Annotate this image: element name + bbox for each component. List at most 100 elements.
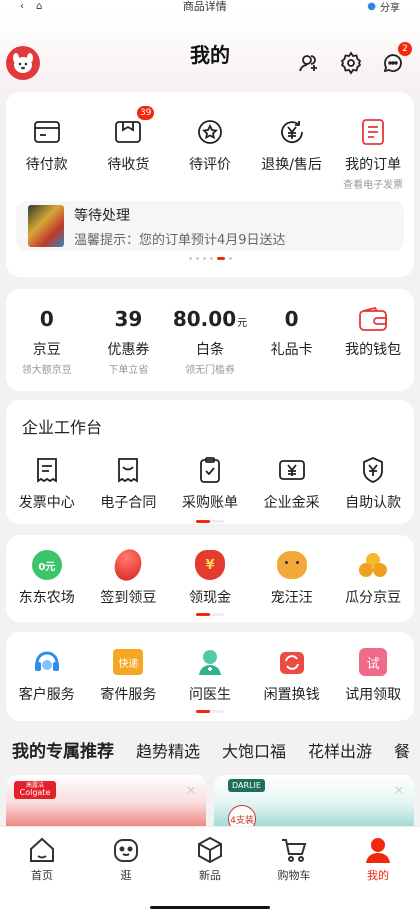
activities-scroll-indicator <box>196 613 224 616</box>
express-icon-text: 快递 <box>113 649 144 675</box>
home-icon <box>30 837 54 862</box>
trial-claim[interactable]: 试 试用领取 <box>333 646 413 704</box>
brand-name: DARLIE <box>228 779 265 792</box>
service-label: 客户服务 <box>18 687 75 703</box>
yen-refund-icon <box>276 116 308 148</box>
jd-dog-icon <box>13 53 33 73</box>
carousel-dots <box>6 257 414 260</box>
purchase-bill[interactable]: 采购账单 <box>170 454 250 512</box>
tab-label: 我的 <box>367 869 389 882</box>
order-pending-receipt[interactable]: 39 待收货 <box>88 106 168 191</box>
exchange-icon <box>276 646 308 678</box>
signin-beans[interactable]: 签到领豆 <box>88 545 168 607</box>
avatar[interactable] <box>6 46 40 80</box>
gold-coins-icon <box>357 549 389 581</box>
order-label: 退换/售后 <box>261 157 322 173</box>
farm-icon-text: 0元 <box>31 550 62 580</box>
wallet-card: 0 京豆 领大额京豆 39 优惠券 下单立省 80.00 元 白条 领无门槛券 0… <box>6 289 414 391</box>
e-contract[interactable]: 电子合同 <box>88 454 168 512</box>
clipboard-check-icon <box>194 454 226 486</box>
tab-label: 购物车 <box>277 869 311 882</box>
enterprise-label: 发票中心 <box>18 495 75 511</box>
tab-cart[interactable]: 购物车 <box>259 835 329 911</box>
enterprise-label: 采购账单 <box>181 495 238 511</box>
invoice-center[interactable]: 发票中心 <box>7 454 87 512</box>
wallet-jingdou[interactable]: 0 京豆 领大额京豆 <box>7 307 87 376</box>
product-thumbnail <box>28 205 64 247</box>
wallet-baitiao[interactable]: 80.00 元 白条 领无门槛券 <box>170 307 250 376</box>
service-label: 问医生 <box>188 687 231 703</box>
tab-travel[interactable]: 花样出游 <box>308 738 372 762</box>
recommend-tabs: 我的专属推荐 趋势精选 大饱口福 花样出游 餐 <box>12 737 420 763</box>
activity-label: 宠汪汪 <box>270 590 313 606</box>
ask-doctor[interactable]: 问医生 <box>170 646 250 704</box>
send-package[interactable]: 快递 寄件服务 <box>88 646 168 704</box>
service-label: 闲置换钱 <box>263 687 320 703</box>
home-indicator <box>150 906 270 909</box>
order-label: 待评价 <box>188 157 231 173</box>
invoice-icon <box>31 454 63 486</box>
trial-icon: 试 <box>357 646 389 678</box>
back-icon[interactable]: ‹ <box>20 1 24 12</box>
tab-new[interactable]: 新品 <box>175 835 245 911</box>
pet-dog[interactable]: 宠汪汪 <box>252 549 332 607</box>
wallet-giftcard[interactable]: 0 礼品卡 <box>252 307 332 376</box>
cart-icon <box>282 839 307 862</box>
settings-icon[interactable] <box>338 50 364 76</box>
order-sub[interactable]: 查看电子发票 <box>343 176 403 191</box>
tab-my-recommend[interactable]: 我的专属推荐 <box>12 737 114 762</box>
enterprise-scroll-indicator <box>196 520 224 523</box>
red-bean-icon <box>110 545 147 585</box>
close-icon[interactable]: × <box>394 783 404 797</box>
enterprise-card: 企业工作台 发票中心 电子合同 采购账单 企业金采 自助认款 <box>6 400 414 524</box>
split-beans[interactable]: 瓜分京豆 <box>333 549 413 607</box>
add-friend-icon[interactable] <box>296 50 322 76</box>
tab-food[interactable]: 大饱口福 <box>222 738 286 762</box>
order-refund[interactable]: 退换/售后 <box>252 116 332 191</box>
self-claim[interactable]: 自助认款 <box>333 454 413 512</box>
tab-label: 首页 <box>31 869 53 882</box>
doctor-icon <box>194 646 226 678</box>
bottom-tabbar: 首页 逛 新品 购物车 我的 <box>0 826 420 911</box>
page-title: 我的 <box>190 42 230 67</box>
tab-browse[interactable]: 逛 <box>91 835 161 911</box>
customer-service[interactable]: 客户服务 <box>7 646 87 704</box>
tab-more[interactable]: 餐 <box>394 738 410 762</box>
my-orders[interactable]: 我的订单 查看电子发票 <box>333 116 413 191</box>
jingdou-value: 0 <box>39 307 54 331</box>
share-icon[interactable]: ● <box>367 1 376 12</box>
enterprise-finance[interactable]: 企业金采 <box>252 454 332 512</box>
contract-icon <box>112 454 144 486</box>
wallet-sub: 下单立省 <box>108 365 149 376</box>
close-icon[interactable]: × <box>186 783 196 797</box>
order-pending-payment[interactable]: 待付款 <box>7 116 87 191</box>
wallet-label: 优惠券 <box>107 342 150 358</box>
tab-label: 新品 <box>199 869 221 882</box>
wallet-label: 京豆 <box>32 342 61 358</box>
wallet-coupons[interactable]: 39 优惠券 下单立省 <box>88 307 168 376</box>
top-strip: ‹ ⌂ 商品详情 ● 分享 <box>0 0 420 14</box>
wallet-sub: 领大额京豆 <box>21 365 72 376</box>
enterprise-label: 自助认款 <box>345 495 402 511</box>
my-wallet[interactable]: 我的钱包 <box>333 307 413 376</box>
message-icon[interactable]: 2 <box>380 42 412 76</box>
tab-home[interactable]: 首页 <box>7 835 77 911</box>
order-label: 待收货 <box>107 157 150 173</box>
pending-notice[interactable]: 等待处理 温馨提示：您的订单预计4月9日送达 <box>16 201 404 251</box>
tab-mine[interactable]: 我的 <box>343 835 413 911</box>
wallet-sub: 领无门槛券 <box>184 365 235 376</box>
headset-icon <box>31 646 63 678</box>
dongdong-farm[interactable]: 0元 东东农场 <box>7 549 87 607</box>
express-box-icon: 快递 <box>112 646 144 678</box>
home-icon[interactable]: ⌂ <box>36 1 42 12</box>
orders-card: 待付款 39 待收货 待评价 退换/售后 我的订单 查看电子发票 等待处理 温馨… <box>6 92 414 277</box>
enterprise-title: 企业工作台 <box>22 418 103 437</box>
order-pending-review[interactable]: 待评价 <box>170 116 250 191</box>
services-card: 客户服务 快递 寄件服务 问医生 闲置换钱 试 试用领取 <box>6 632 414 721</box>
tab-trending[interactable]: 趋势精选 <box>136 738 200 762</box>
get-cash[interactable]: ¥ 领现金 <box>170 549 250 607</box>
sell-idle[interactable]: 闲置换钱 <box>252 646 332 704</box>
order-doc-icon <box>357 116 389 148</box>
wallet-label: 礼品卡 <box>270 342 313 358</box>
service-label: 试用领取 <box>345 687 402 703</box>
